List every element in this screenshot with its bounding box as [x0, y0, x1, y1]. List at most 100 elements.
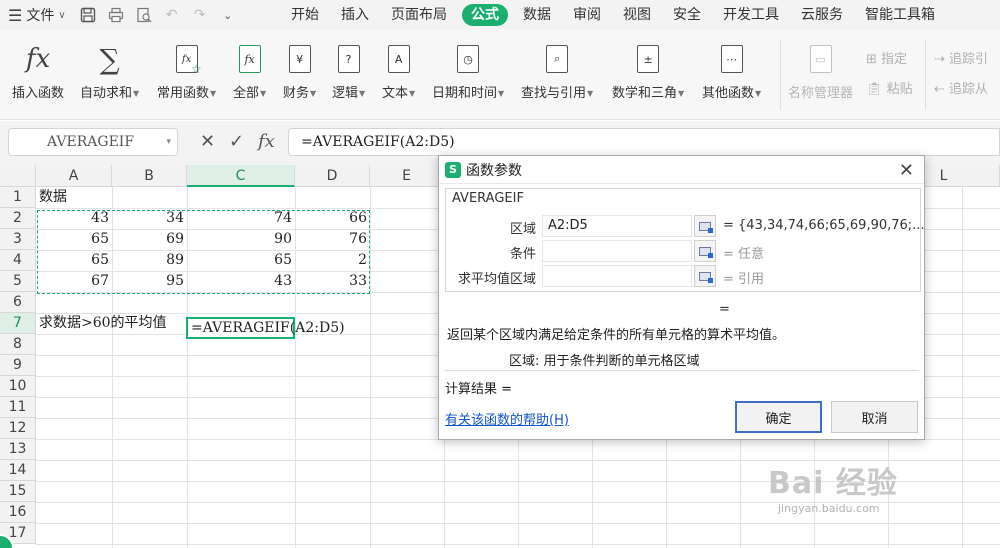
cancel-button[interactable]: 取消: [831, 401, 918, 433]
average-range-input[interactable]: [542, 265, 692, 287]
tab-data[interactable]: 数据: [512, 0, 562, 30]
trace-dependents-button[interactable]: ⇠ 追踪从: [934, 78, 988, 97]
name-box[interactable]: AVERAGEIF ▾: [8, 128, 178, 156]
cell-c5[interactable]: 43: [187, 271, 295, 292]
row-header-8[interactable]: 8: [0, 334, 36, 355]
ok-button[interactable]: 确定: [735, 401, 822, 433]
name-manager-button[interactable]: ▭ 名称管理器: [788, 42, 853, 101]
formula-input[interactable]: =AVERAGEIF(A2:D5): [288, 128, 1000, 156]
tab-review[interactable]: 审阅: [562, 0, 612, 30]
lookup-button[interactable]: ⌕ 查找与引用▼: [521, 42, 593, 101]
criteria-picker-button[interactable]: [694, 240, 716, 262]
tab-developer[interactable]: 开发工具: [712, 0, 790, 30]
financial-button[interactable]: ¥ 财务▼: [283, 42, 316, 101]
cell-a2[interactable]: 43: [36, 208, 112, 229]
cell-c4[interactable]: 65: [187, 250, 295, 271]
datetime-button[interactable]: ◷ 日期和时间▼: [432, 42, 504, 101]
tab-smart-tools[interactable]: 智能工具箱: [854, 0, 946, 30]
math-trig-button[interactable]: ± 数学和三角▼: [612, 42, 684, 101]
arg-label-range: 区域: [509, 222, 536, 237]
file-menu[interactable]: 文件: [26, 5, 54, 25]
redo-icon[interactable]: ↷: [191, 6, 209, 24]
save-icon[interactable]: [79, 6, 97, 24]
cell-b4[interactable]: 89: [112, 250, 187, 271]
tab-cloud[interactable]: 云服务: [790, 0, 854, 30]
row-header-7[interactable]: 7: [0, 313, 36, 334]
cell-a5[interactable]: 67: [36, 271, 112, 292]
select-all-corner[interactable]: [0, 165, 36, 187]
tab-insert[interactable]: 插入: [330, 0, 380, 30]
help-link[interactable]: 有关该函数的帮助(H): [445, 409, 569, 428]
other-functions-button[interactable]: ⋯ 其他函数▼: [702, 42, 761, 101]
text-button[interactable]: A 文本▼: [382, 42, 415, 101]
column-header-b[interactable]: B: [112, 165, 187, 187]
tab-page-layout[interactable]: 页面布局: [380, 0, 458, 30]
common-functions-icon: fx ☆: [175, 45, 202, 76]
logical-button[interactable]: ? 逻辑▼: [332, 42, 365, 101]
cell-c2[interactable]: 74: [187, 208, 295, 229]
row-header-3[interactable]: 3: [0, 229, 36, 250]
row-header-16[interactable]: 16: [0, 502, 36, 523]
insert-function-icon[interactable]: fx: [258, 131, 275, 152]
cancel-icon[interactable]: ✕: [200, 131, 215, 152]
average-range-picker-button[interactable]: [694, 265, 716, 287]
autosum-button[interactable]: ∑ 自动求和▼: [80, 42, 139, 102]
range-input[interactable]: A2:D5: [542, 215, 692, 237]
range-picker-button[interactable]: [694, 215, 716, 237]
tab-security[interactable]: 安全: [662, 0, 712, 30]
fx-icon: fx: [25, 44, 51, 74]
cell-a4[interactable]: 65: [36, 250, 112, 271]
row-header-14[interactable]: 14: [0, 460, 36, 481]
define-name-button[interactable]: ⊞ 指定: [866, 48, 907, 67]
cell-a3[interactable]: 65: [36, 229, 112, 250]
trace-precedents-button[interactable]: ⇢ 追踪引: [934, 48, 988, 67]
print-preview-icon[interactable]: [135, 6, 153, 24]
row-header-13[interactable]: 13: [0, 439, 36, 460]
confirm-icon[interactable]: ✓: [229, 131, 244, 152]
tab-home[interactable]: 开始: [280, 0, 330, 30]
column-header-c[interactable]: C: [187, 165, 295, 187]
row-header-5[interactable]: 5: [0, 271, 36, 292]
cell-b2[interactable]: 34: [112, 208, 187, 229]
active-cell-c7[interactable]: =AVERAGEIF(A2:D5): [186, 317, 345, 339]
common-functions-button[interactable]: fx ☆ 常用函数▼: [157, 42, 216, 101]
hamburger-menu-icon[interactable]: ☰: [8, 6, 22, 25]
insert-function-button[interactable]: fx 插入函数: [12, 42, 64, 101]
cell-c7[interactable]: =AVERAGEIF(A2:D5): [188, 319, 448, 340]
cell-b5[interactable]: 95: [112, 271, 187, 292]
cell-a1[interactable]: 数据: [36, 187, 112, 208]
row-header-4[interactable]: 4: [0, 250, 36, 271]
tab-view[interactable]: 视图: [612, 0, 662, 30]
column-header-a[interactable]: A: [36, 165, 112, 187]
range-picker-icon: [699, 246, 713, 258]
chevron-down-icon[interactable]: ∨: [58, 10, 65, 21]
customize-chevron-icon[interactable]: ⌄: [219, 6, 237, 24]
row-header-12[interactable]: 12: [0, 418, 36, 439]
column-header-d[interactable]: D: [295, 165, 370, 187]
cell-b3[interactable]: 69: [112, 229, 187, 250]
all-functions-button[interactable]: fx 全部▼: [233, 42, 266, 101]
row-header-2[interactable]: 2: [0, 208, 36, 229]
row-header-1[interactable]: 1: [0, 187, 36, 208]
close-icon[interactable]: ✕: [899, 160, 914, 181]
row-header-6[interactable]: 6: [0, 292, 36, 313]
cell-c3[interactable]: 90: [187, 229, 295, 250]
column-header-e[interactable]: E: [370, 165, 444, 187]
tab-formulas[interactable]: 公式: [462, 4, 508, 26]
sigma-icon: ∑: [99, 42, 120, 76]
row-header-11[interactable]: 11: [0, 397, 36, 418]
name-box-dropdown-icon[interactable]: ▾: [166, 129, 171, 155]
row-header-9[interactable]: 9: [0, 355, 36, 376]
cell-d3[interactable]: 76: [295, 229, 370, 250]
cell-a7[interactable]: 求数据>60的平均值: [36, 313, 186, 334]
cell-d4[interactable]: 2: [295, 250, 370, 271]
criteria-input[interactable]: [542, 240, 692, 262]
cell-d5[interactable]: 33: [295, 271, 370, 292]
print-icon[interactable]: [107, 6, 125, 24]
undo-icon[interactable]: ↶: [163, 6, 181, 24]
row-header-10[interactable]: 10: [0, 376, 36, 397]
cell-d2[interactable]: 66: [295, 208, 370, 229]
dialog-title-bar[interactable]: S 函数参数 ✕: [439, 156, 924, 184]
row-header-15[interactable]: 15: [0, 481, 36, 502]
paste-name-button[interactable]: 📋︎ 粘贴: [866, 78, 913, 97]
